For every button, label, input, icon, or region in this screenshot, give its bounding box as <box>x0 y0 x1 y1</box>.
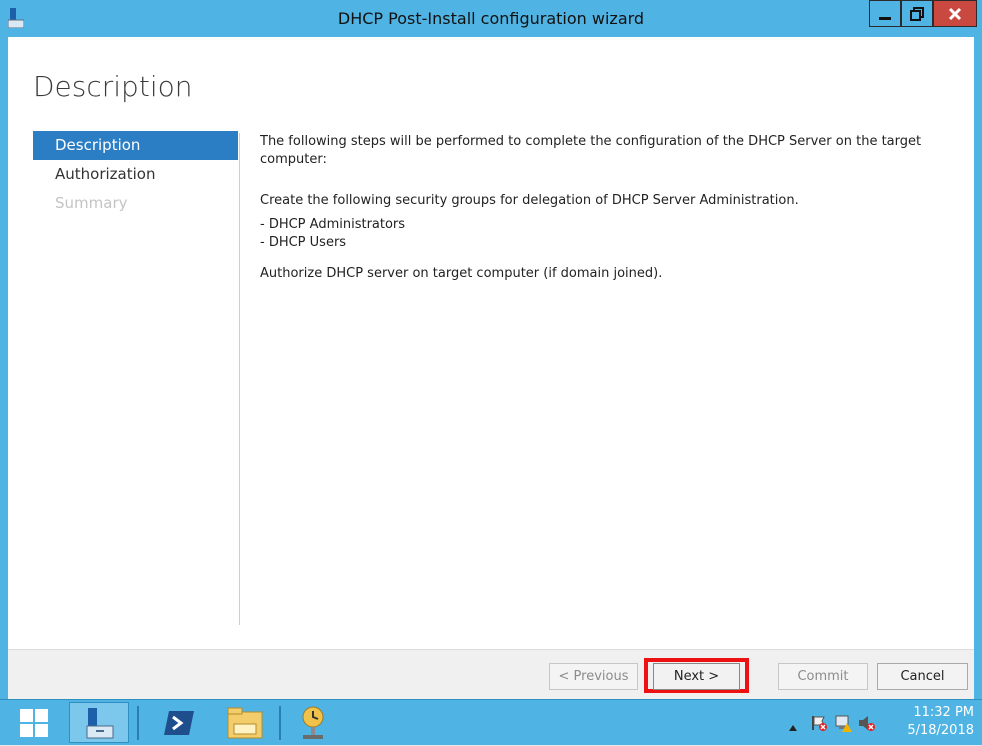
minimize-icon <box>879 16 891 20</box>
wizard-window: DHCP Post-Install configuration wizard D… <box>0 0 982 699</box>
restore-button[interactable] <box>901 0 933 27</box>
cancel-button[interactable]: Cancel <box>877 663 968 690</box>
nav-item-description[interactable]: Description <box>33 131 238 160</box>
network-warning-icon <box>835 715 852 732</box>
window-title: DHCP Post-Install configuration wizard <box>337 9 645 28</box>
wizard-nav: Description Authorization Summary <box>33 131 238 218</box>
file-explorer-icon <box>227 707 263 738</box>
nav-item-summary: Summary <box>55 194 128 212</box>
server-manager-icon <box>86 707 114 738</box>
network-tray[interactable] <box>834 714 852 736</box>
authorize-text: Authorize DHCP server on target computer… <box>260 266 663 281</box>
chevron-up-icon <box>789 725 797 731</box>
description-content: The following steps will be performed to… <box>260 133 940 283</box>
clock-date: 5/18/2018 <box>907 723 974 738</box>
next-button[interactable]: Next > <box>653 663 740 690</box>
title-bar[interactable]: DHCP Post-Install configuration wizard <box>0 0 982 37</box>
groups-heading: Create the following security groups for… <box>260 193 799 208</box>
intro-text: The following steps will be performed to… <box>260 134 922 167</box>
taskbar-file-explorer[interactable] <box>215 702 275 743</box>
volume-muted-icon <box>859 716 875 731</box>
taskbar-powershell[interactable] <box>149 702 209 743</box>
group-item-administrators: - DHCP Administrators <box>260 217 406 232</box>
action-center-tray[interactable] <box>810 714 828 736</box>
taskbar-server-manager[interactable] <box>69 702 129 743</box>
wizard-body: Description Description Authorization Su… <box>8 37 974 649</box>
tools-icon <box>302 706 324 739</box>
previous-button: < Previous <box>549 663 638 690</box>
taskbar-separator <box>279 706 281 740</box>
wizard-footer: < Previous Next > Commit Cancel <box>8 649 974 699</box>
nav-divider <box>239 133 240 625</box>
nav-item-authorization[interactable]: Authorization <box>33 160 238 189</box>
clock-time: 11:32 PM <box>913 705 974 720</box>
page-title: Description <box>33 70 193 103</box>
group-item-users: - DHCP Users <box>260 235 347 250</box>
close-icon <box>948 7 962 20</box>
powershell-icon <box>164 710 194 735</box>
restore-icon <box>910 6 924 21</box>
action-center-flag-icon <box>812 716 827 731</box>
volume-tray[interactable] <box>858 714 876 736</box>
clock[interactable]: 11:32 PM 5/18/2018 <box>907 704 974 740</box>
start-icon <box>20 708 48 737</box>
start-button[interactable] <box>4 702 64 743</box>
taskbar-admin-tools[interactable] <box>283 702 343 743</box>
close-button[interactable] <box>933 0 977 27</box>
commit-button: Commit <box>778 663 868 690</box>
show-hidden-icons-button[interactable] <box>788 717 798 736</box>
system-tray: 11:32 PM 5/18/2018 <box>782 700 982 746</box>
minimize-button[interactable] <box>869 0 901 27</box>
taskbar: 11:32 PM 5/18/2018 <box>0 699 982 745</box>
taskbar-separator <box>137 706 139 740</box>
